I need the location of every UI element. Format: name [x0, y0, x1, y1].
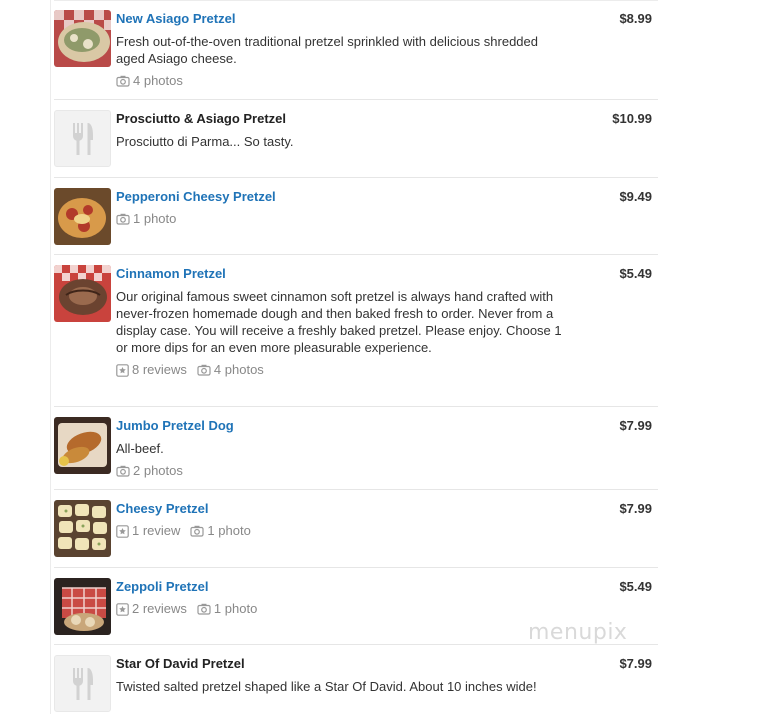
item-name: Prosciutto & Asiago Pretzel — [116, 111, 286, 126]
photos-link[interactable]: 1 photo — [190, 523, 251, 539]
item-name-link[interactable]: Pepperoni Cheesy Pretzel — [116, 189, 568, 205]
item-body: Cheesy Pretzel 1 review 1 photo — [116, 501, 568, 539]
reviews-link[interactable]: 1 review — [116, 523, 180, 539]
review-star-icon — [116, 363, 129, 377]
item-price: $7.99 — [619, 418, 652, 433]
item-price: $8.99 — [619, 11, 652, 26]
reviews-count: 8 reviews — [132, 362, 187, 377]
item-price: $5.49 — [619, 266, 652, 281]
item-photo[interactable] — [54, 417, 111, 474]
camera-icon — [190, 525, 205, 537]
item-body: Jumbo Pretzel Dog All-beef. 2 photos — [116, 418, 568, 479]
item-photo-placeholder — [54, 110, 111, 167]
item-photo[interactable] — [54, 500, 111, 557]
review-star-icon — [116, 602, 129, 616]
item-price: $10.99 — [612, 111, 652, 126]
item-description: Prosciutto di Parma... So tasty. — [116, 134, 294, 149]
item-price: $9.49 — [619, 189, 652, 204]
item-photo[interactable] — [54, 265, 111, 322]
photos-count: 4 photos — [213, 362, 264, 377]
fork-knife-icon — [55, 111, 110, 166]
item-body: Star Of David Pretzel Twisted salted pre… — [116, 656, 568, 695]
camera-icon — [197, 603, 211, 615]
item-price: $5.49 — [619, 579, 652, 594]
item-price: $7.99 — [619, 501, 652, 516]
item-name-link[interactable]: Jumbo Pretzel Dog — [116, 418, 568, 434]
item-meta: 2 photos — [116, 463, 568, 479]
menu-item: Cinnamon Pretzel Our original famous swe… — [54, 255, 658, 407]
item-photo[interactable] — [54, 188, 111, 245]
item-body: Zeppoli Pretzel 2 reviews 1 photo — [116, 579, 568, 617]
reviews-link[interactable]: 2 reviews — [116, 601, 187, 617]
camera-icon — [116, 213, 130, 225]
camera-icon — [116, 75, 130, 87]
left-border — [50, 0, 51, 714]
menu-item: Jumbo Pretzel Dog All-beef. 2 photos $7.… — [54, 407, 658, 490]
camera-icon — [116, 465, 130, 477]
photos-link[interactable]: 4 photos — [197, 362, 264, 378]
item-photo-placeholder — [54, 655, 111, 712]
photos-count: 1 photo — [133, 211, 177, 226]
menu-item: New Asiago Pretzel Fresh out-of-the-oven… — [54, 0, 658, 100]
item-description: All-beef. — [116, 441, 164, 456]
photos-link[interactable]: 1 photo — [116, 211, 176, 227]
reviews-count: 1 review — [132, 523, 181, 538]
item-description: Fresh out-of-the-oven traditional pretze… — [116, 34, 538, 66]
item-name-link[interactable]: Cinnamon Pretzel — [116, 266, 568, 282]
item-body: New Asiago Pretzel Fresh out-of-the-oven… — [116, 11, 568, 89]
item-meta: 8 reviews 4 photos — [116, 362, 568, 378]
item-body: Prosciutto & Asiago Pretzel Prosciutto d… — [116, 111, 568, 150]
menu-item: Cheesy Pretzel 1 review 1 photo $7.99 — [54, 490, 658, 568]
item-name-link[interactable]: Zeppoli Pretzel — [116, 579, 568, 595]
photos-count: 4 photos — [133, 73, 183, 88]
photos-link[interactable]: 1 photo — [197, 601, 257, 617]
menu-item: Pepperoni Cheesy Pretzel 1 photo $9.49 — [54, 178, 658, 255]
item-photo[interactable] — [54, 10, 111, 67]
reviews-count: 2 reviews — [132, 601, 187, 616]
item-name-link[interactable]: New Asiago Pretzel — [116, 11, 568, 27]
photos-count: 1 photo — [207, 523, 251, 538]
watermark-logo: menupix — [528, 620, 628, 645]
fork-knife-icon — [55, 656, 110, 711]
menu-list: New Asiago Pretzel Fresh out-of-the-oven… — [54, 0, 658, 721]
item-body: Cinnamon Pretzel Our original famous swe… — [116, 266, 568, 378]
item-meta: 2 reviews 1 photo — [116, 601, 568, 617]
item-meta: 1 photo — [116, 211, 568, 227]
item-meta: 1 review 1 photo — [116, 523, 568, 539]
photos-count: 2 photos — [133, 463, 183, 478]
item-meta: 4 photos — [116, 73, 568, 89]
item-name-link[interactable]: Cheesy Pretzel — [116, 501, 568, 517]
item-photo[interactable] — [54, 578, 111, 635]
reviews-link[interactable]: 8 reviews — [116, 362, 187, 378]
photos-link[interactable]: 2 photos — [116, 463, 183, 479]
review-star-icon — [116, 524, 129, 538]
camera-icon — [197, 364, 211, 376]
item-description: Twisted salted pretzel shaped like a Sta… — [116, 679, 537, 694]
item-price: $7.99 — [619, 656, 652, 671]
photos-link[interactable]: 4 photos — [116, 73, 183, 89]
item-description: Our original famous sweet cinnamon soft … — [116, 289, 562, 355]
item-name: Star Of David Pretzel — [116, 656, 245, 671]
menu-item: Prosciutto & Asiago Pretzel Prosciutto d… — [54, 100, 658, 178]
menu-item: Star Of David Pretzel Twisted salted pre… — [54, 645, 658, 721]
photos-count: 1 photo — [213, 601, 258, 616]
item-body: Pepperoni Cheesy Pretzel 1 photo — [116, 189, 568, 227]
